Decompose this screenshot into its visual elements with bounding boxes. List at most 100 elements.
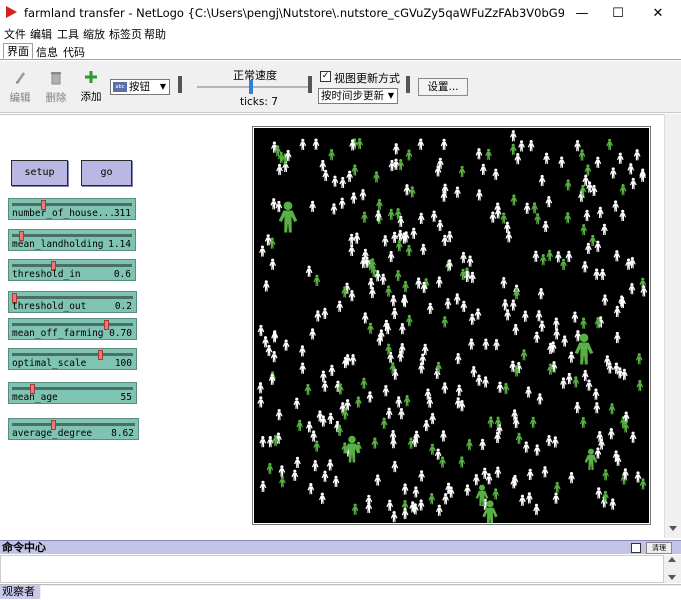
white-agent (426, 302, 434, 314)
command-output-scrollbar[interactable] (664, 555, 681, 583)
green-agent (572, 376, 580, 388)
white-agent (545, 434, 553, 447)
trash-icon (51, 72, 61, 85)
slider-average-degree[interactable]: average_degree 8.62 (8, 418, 139, 440)
white-agent (464, 484, 471, 496)
close-button[interactable]: ✕ (638, 0, 678, 27)
tab-interface[interactable]: 界面 (3, 43, 33, 59)
world-view[interactable] (254, 128, 649, 523)
white-agent (386, 499, 394, 511)
white-agent (338, 197, 346, 209)
white-agent (332, 475, 340, 488)
white-agent (634, 471, 642, 483)
green-agent (458, 165, 466, 178)
slider-optimal-scale[interactable]: optimal_scale 100 (8, 348, 137, 370)
go-button[interactable]: go (81, 160, 132, 186)
white-agent (321, 380, 329, 392)
slider-mean-off-farming[interactable]: mean_off_farming 0.70 (8, 318, 137, 340)
minimize-button[interactable]: — (562, 0, 602, 27)
green-agent (428, 493, 436, 505)
white-agent (501, 299, 509, 311)
menu-tools[interactable]: 工具 (57, 27, 79, 42)
edit-tool[interactable]: 编辑 (8, 71, 32, 105)
expand-icon[interactable] (631, 543, 641, 553)
white-agent (275, 200, 283, 213)
menu-zoom[interactable]: 缩放 (83, 27, 105, 42)
white-agent (482, 338, 490, 350)
slider-track[interactable] (12, 296, 133, 299)
slider-track[interactable] (12, 323, 133, 326)
green-agent (584, 164, 592, 176)
slider-track[interactable] (12, 234, 132, 237)
view-updates-checkbox[interactable]: ✓ (320, 71, 331, 82)
white-agent (494, 466, 502, 478)
white-agent (454, 186, 461, 198)
white-agent (571, 311, 579, 323)
white-agent (311, 459, 319, 472)
slider-mean-landholding[interactable]: mean_landholding 1.14 (8, 229, 136, 251)
delete-tool[interactable]: 删除 (44, 71, 68, 105)
slider-number-of-house[interactable]: number_of_house... 311 (8, 198, 136, 220)
maximize-button[interactable]: ☐ (598, 0, 638, 27)
white-agent (543, 152, 550, 164)
white-agent (276, 163, 283, 176)
observer-selector[interactable]: 观察者 (0, 585, 40, 599)
white-agent (574, 401, 581, 414)
green-agent (487, 416, 495, 428)
white-agent (475, 189, 483, 201)
menu-file[interactable]: 文件 (4, 27, 26, 42)
green-agent (564, 212, 572, 224)
white-agent (318, 492, 326, 504)
white-agent (599, 268, 606, 280)
slider-threshold-in[interactable]: threshold_in 0.6 (8, 259, 136, 281)
white-agent (328, 364, 336, 377)
slider-track[interactable] (12, 423, 135, 426)
slider-thumb[interactable] (98, 350, 104, 360)
slider-track[interactable] (12, 353, 133, 356)
slider-mean-age[interactable]: mean_age 55 (8, 382, 137, 404)
command-input[interactable] (41, 586, 681, 598)
widget-type-select[interactable]: abc 按钮 ▼ (110, 79, 170, 95)
speed-slider-thumb[interactable] (248, 80, 253, 94)
white-agent (594, 240, 602, 252)
white-agent (336, 300, 344, 312)
green-agent (531, 202, 538, 214)
white-agent (460, 300, 468, 313)
settings-button[interactable]: 设置... (418, 78, 468, 96)
white-agent (269, 258, 277, 270)
menu-help[interactable]: 帮助 (144, 27, 166, 42)
white-agent (595, 487, 603, 499)
menu-edit[interactable]: 编辑 (30, 27, 52, 42)
white-agent (629, 431, 637, 443)
white-agent (348, 244, 356, 256)
green-agent (546, 249, 554, 261)
white-agent (262, 280, 270, 292)
slider-label: mean_off_farming (12, 328, 104, 339)
widget-type-value: 按钮 (129, 81, 150, 93)
slider-track[interactable] (12, 203, 132, 206)
scroll-down-arrow[interactable] (669, 526, 677, 531)
slider-track[interactable] (12, 264, 132, 267)
clear-button[interactable]: 清理 (646, 542, 672, 554)
white-agent (596, 206, 604, 219)
white-agent (509, 130, 517, 142)
white-agent (435, 276, 443, 288)
white-agent (305, 265, 313, 277)
speed-slider-track[interactable] (197, 86, 309, 88)
white-agent (541, 466, 549, 478)
white-agent (609, 498, 617, 510)
scroll-down-arrow[interactable] (668, 575, 676, 580)
green-agent (515, 432, 523, 444)
setup-button[interactable]: setup (11, 160, 68, 186)
tab-info[interactable]: 信息 (32, 44, 62, 60)
menu-tabs[interactable]: 标签页 (109, 27, 142, 42)
add-label: 添加 (80, 91, 102, 103)
interface-scrollbar[interactable] (664, 114, 681, 538)
add-tool[interactable]: 添加 (79, 70, 103, 104)
slider-threshold-out[interactable]: threshold_out 0.2 (8, 291, 137, 313)
scroll-up-arrow[interactable] (668, 557, 676, 562)
white-agent (417, 212, 425, 225)
white-agent (259, 480, 267, 492)
tab-code[interactable]: 代码 (59, 44, 89, 60)
update-mode-select[interactable]: 按时间步更新 ▼ (318, 88, 398, 104)
